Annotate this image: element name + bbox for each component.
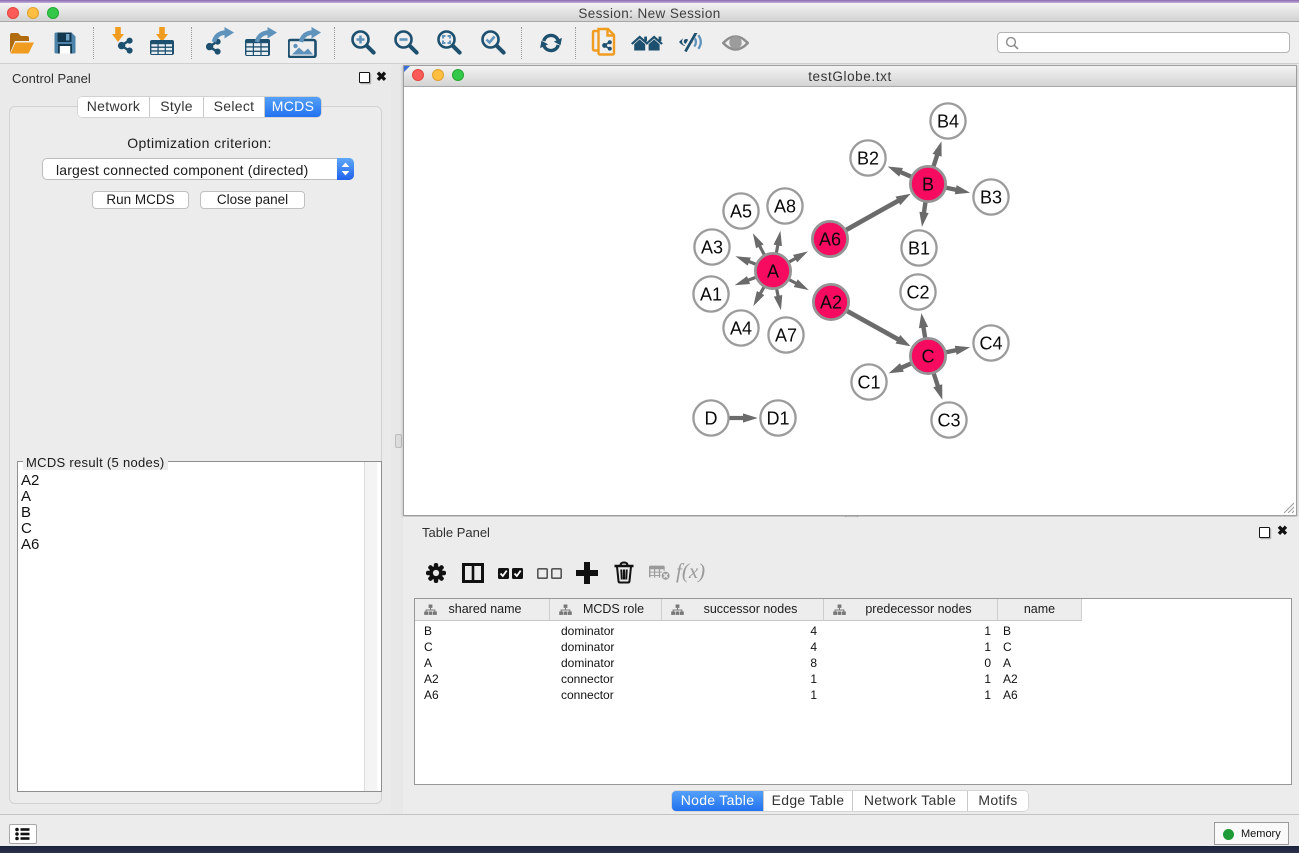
svg-text:C: C <box>922 347 935 367</box>
svg-text:A: A <box>767 262 779 282</box>
svg-text:C2: C2 <box>906 283 929 303</box>
svg-text:A2: A2 <box>820 293 842 313</box>
svg-text:B3: B3 <box>980 188 1002 208</box>
svg-text:B4: B4 <box>937 112 959 132</box>
svg-text:A5: A5 <box>730 202 752 222</box>
svg-text:B1: B1 <box>908 239 930 259</box>
svg-text:D: D <box>705 409 718 429</box>
svg-text:D1: D1 <box>766 409 789 429</box>
svg-text:f(x): f(x) <box>676 561 705 583</box>
svg-text:C1: C1 <box>857 373 880 393</box>
svg-text:B: B <box>922 175 934 195</box>
svg-text:A6: A6 <box>819 230 841 250</box>
svg-text:A7: A7 <box>775 326 797 346</box>
svg-text:B2: B2 <box>857 149 879 169</box>
svg-text:C3: C3 <box>937 411 960 431</box>
svg-text:A8: A8 <box>774 197 796 217</box>
svg-text:C4: C4 <box>979 334 1002 354</box>
svg-text:A4: A4 <box>730 319 752 339</box>
svg-text:A3: A3 <box>701 238 723 258</box>
svg-text:A1: A1 <box>700 285 722 305</box>
